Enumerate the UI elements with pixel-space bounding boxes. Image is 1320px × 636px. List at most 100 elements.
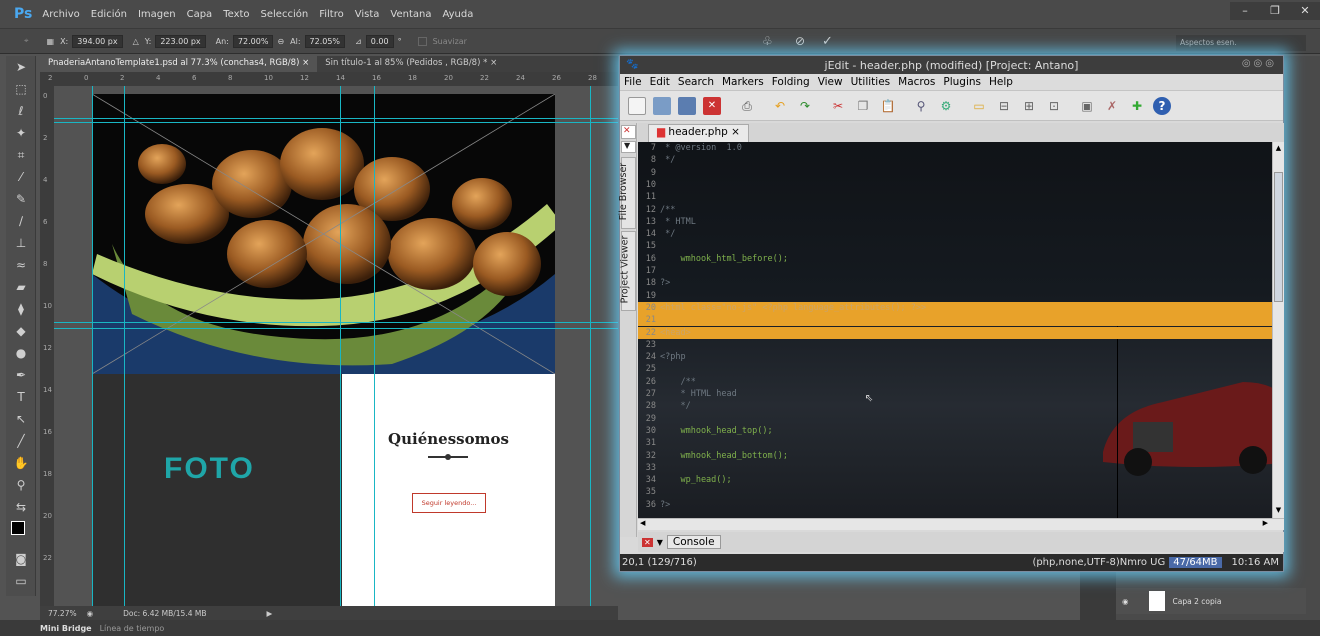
paste-icon[interactable]: 📋	[879, 97, 897, 115]
jmenu-edit[interactable]: Edit	[650, 76, 670, 88]
code-line[interactable]: 30 wmhook_head_top();	[638, 425, 1272, 437]
code-line[interactable]: 36 ?>	[638, 499, 1272, 511]
code-line[interactable]: 13 * HTML	[638, 216, 1272, 228]
blur-tool-icon[interactable]: ◆	[6, 320, 36, 342]
guide-v[interactable]	[374, 86, 375, 606]
minimize-icon[interactable]: –	[1230, 2, 1260, 20]
undo-icon[interactable]: ↶	[771, 97, 789, 115]
buffer-mode[interactable]: (php,none,UTF-8)Nmro UG	[1032, 557, 1165, 568]
code-line[interactable]: 25	[638, 363, 1272, 375]
eraser-tool-icon[interactable]: ▰	[6, 276, 36, 298]
guide-h[interactable]	[54, 328, 618, 329]
code-editor[interactable]: ⇖ 7 * @version 1.0 8 */9 10 11 12/** 13 * HTM…	[638, 142, 1272, 518]
menu-seleccion[interactable]: Selección	[261, 9, 309, 20]
crop-tool-icon[interactable]: ⌗	[6, 144, 36, 166]
scroll-down-icon[interactable]: ▼	[1274, 506, 1283, 516]
buffer-options-icon[interactable]: ▣	[1078, 97, 1096, 115]
code-line[interactable]: 19	[638, 290, 1272, 302]
bucket-tool-icon[interactable]: ⧫	[6, 298, 36, 320]
redo-icon[interactable]: ↷	[796, 97, 814, 115]
memory-status[interactable]: 47/64MB	[1169, 557, 1222, 568]
print-icon[interactable]: ⎙	[738, 97, 756, 115]
jmenu-help[interactable]: Help	[989, 76, 1013, 88]
guide-h[interactable]	[54, 122, 618, 123]
document-canvas[interactable]: FOTO Quiénessomos Seguir leyendo...	[92, 94, 555, 606]
save-icon[interactable]	[678, 96, 696, 115]
code-line[interactable]: 20 <html class="no-js" <?php language_att…	[638, 301, 1272, 314]
jmenu-view[interactable]: View	[818, 76, 843, 88]
jedit-window-buttons[interactable]: ◎◎◎	[1242, 58, 1277, 69]
split-vertical-icon[interactable]: ⊞	[1020, 97, 1038, 115]
eyedropper-icon[interactable]: ⁄	[6, 166, 36, 188]
doc-tab-1[interactable]: PnaderiaAntanoTemplate1.psd al 77.3% (co…	[40, 56, 318, 72]
magic-wand-icon[interactable]: ✦	[6, 122, 36, 144]
code-line[interactable]: 27 * HTML head	[638, 388, 1272, 400]
menu-ventana[interactable]: Ventana	[390, 9, 431, 20]
y-field[interactable]: 223.00 px	[155, 34, 206, 48]
jmenu-utilities[interactable]: Utilities	[851, 76, 891, 88]
delta-icon[interactable]: △	[133, 37, 139, 46]
dock-close-icon[interactable]: ✕	[621, 125, 636, 139]
code-line[interactable]: 34 wp_head();	[638, 474, 1272, 486]
new-view-icon[interactable]: ▭	[970, 97, 988, 115]
editor-hscroll[interactable]: ◀ ▶	[638, 518, 1284, 530]
code-line[interactable]: 8 */	[638, 154, 1272, 166]
eye-icon[interactable]: ◉	[1122, 597, 1129, 606]
split-horizontal-icon[interactable]: ⊟	[995, 97, 1013, 115]
console-tab[interactable]: Console	[666, 535, 721, 549]
path-select-icon[interactable]: ↖	[6, 408, 36, 430]
code-line[interactable]: 17	[638, 265, 1272, 277]
menu-vista[interactable]: Vista	[355, 9, 380, 20]
scroll-right-icon[interactable]: ▶	[1263, 519, 1268, 527]
scroll-left-icon[interactable]: ◀	[640, 519, 645, 527]
healing-brush-icon[interactable]: ✎	[6, 188, 36, 210]
buffer-tab-header[interactable]: ▆ header.php ×	[648, 124, 749, 142]
code-line[interactable]: 18 ?>	[638, 277, 1272, 289]
zoom-level[interactable]: 77.27%	[48, 609, 77, 618]
move-tool-icon[interactable]: ➤	[6, 56, 36, 78]
link-icon[interactable]: ⊖	[277, 37, 284, 46]
dodge-tool-icon[interactable]: ●	[6, 342, 36, 364]
jmenu-folding[interactable]: Folding	[772, 76, 810, 88]
scroll-thumb[interactable]	[1274, 172, 1283, 302]
brush-tool-icon[interactable]: ∕	[6, 210, 36, 232]
cut-icon[interactable]: ✂	[829, 97, 847, 115]
jmenu-file[interactable]: File	[624, 76, 642, 88]
marquee-tool-icon[interactable]: ⬚	[6, 78, 36, 100]
guide-h[interactable]	[54, 118, 618, 119]
find-icon[interactable]: ⚲	[912, 97, 930, 115]
console-close-icon[interactable]: ✕	[642, 537, 653, 547]
code-line[interactable]: 23	[638, 339, 1272, 351]
code-line[interactable]: 22 <head>	[638, 326, 1272, 339]
menu-archivo[interactable]: Archivo	[42, 9, 79, 20]
smooth-checkbox[interactable]	[417, 36, 427, 46]
menu-edicion[interactable]: Edición	[91, 9, 127, 20]
guide-v[interactable]	[590, 86, 591, 606]
unsplit-icon[interactable]: ⊡	[1045, 97, 1063, 115]
type-tool-icon[interactable]: T	[6, 386, 36, 408]
code-line[interactable]: 33	[638, 462, 1272, 474]
doc-tab-2[interactable]: Sin título-1 al 85% (Pedidos , RGB/8) * …	[317, 56, 505, 72]
menu-filtro[interactable]: Filtro	[319, 9, 344, 20]
code-line[interactable]: 29	[638, 413, 1272, 425]
code-line[interactable]: 15	[638, 240, 1272, 252]
angle-field[interactable]: 0.00	[365, 34, 394, 48]
guide-v[interactable]	[92, 86, 93, 606]
reference-point-icon[interactable]: ▦	[47, 37, 55, 46]
caret-position[interactable]: 20,1 (129/716)	[622, 557, 697, 568]
tab-project-viewer[interactable]: Project Viewer	[619, 231, 636, 311]
buffer-close-icon[interactable]: ×	[731, 126, 740, 138]
code-line[interactable]: 16 wmhook_html_before();	[638, 253, 1272, 265]
h-field[interactable]: 72.05%	[304, 34, 346, 48]
zoom-tool-icon[interactable]: ⚲	[6, 474, 36, 496]
find-replace-icon[interactable]: ⚙	[937, 97, 955, 115]
code-line[interactable]: 35	[638, 486, 1272, 498]
dock-menu-icon[interactable]: ▼	[621, 141, 636, 153]
pen-tool-icon[interactable]: ✒	[6, 364, 36, 386]
code-line[interactable]: 14 */	[638, 228, 1272, 240]
menu-imagen[interactable]: Imagen	[138, 9, 176, 20]
editor-vscroll[interactable]: ▲ ▼	[1272, 142, 1284, 518]
code-line[interactable]: 28 */	[638, 400, 1272, 412]
global-options-icon[interactable]: ✗	[1103, 97, 1121, 115]
guide-h[interactable]	[54, 322, 618, 323]
